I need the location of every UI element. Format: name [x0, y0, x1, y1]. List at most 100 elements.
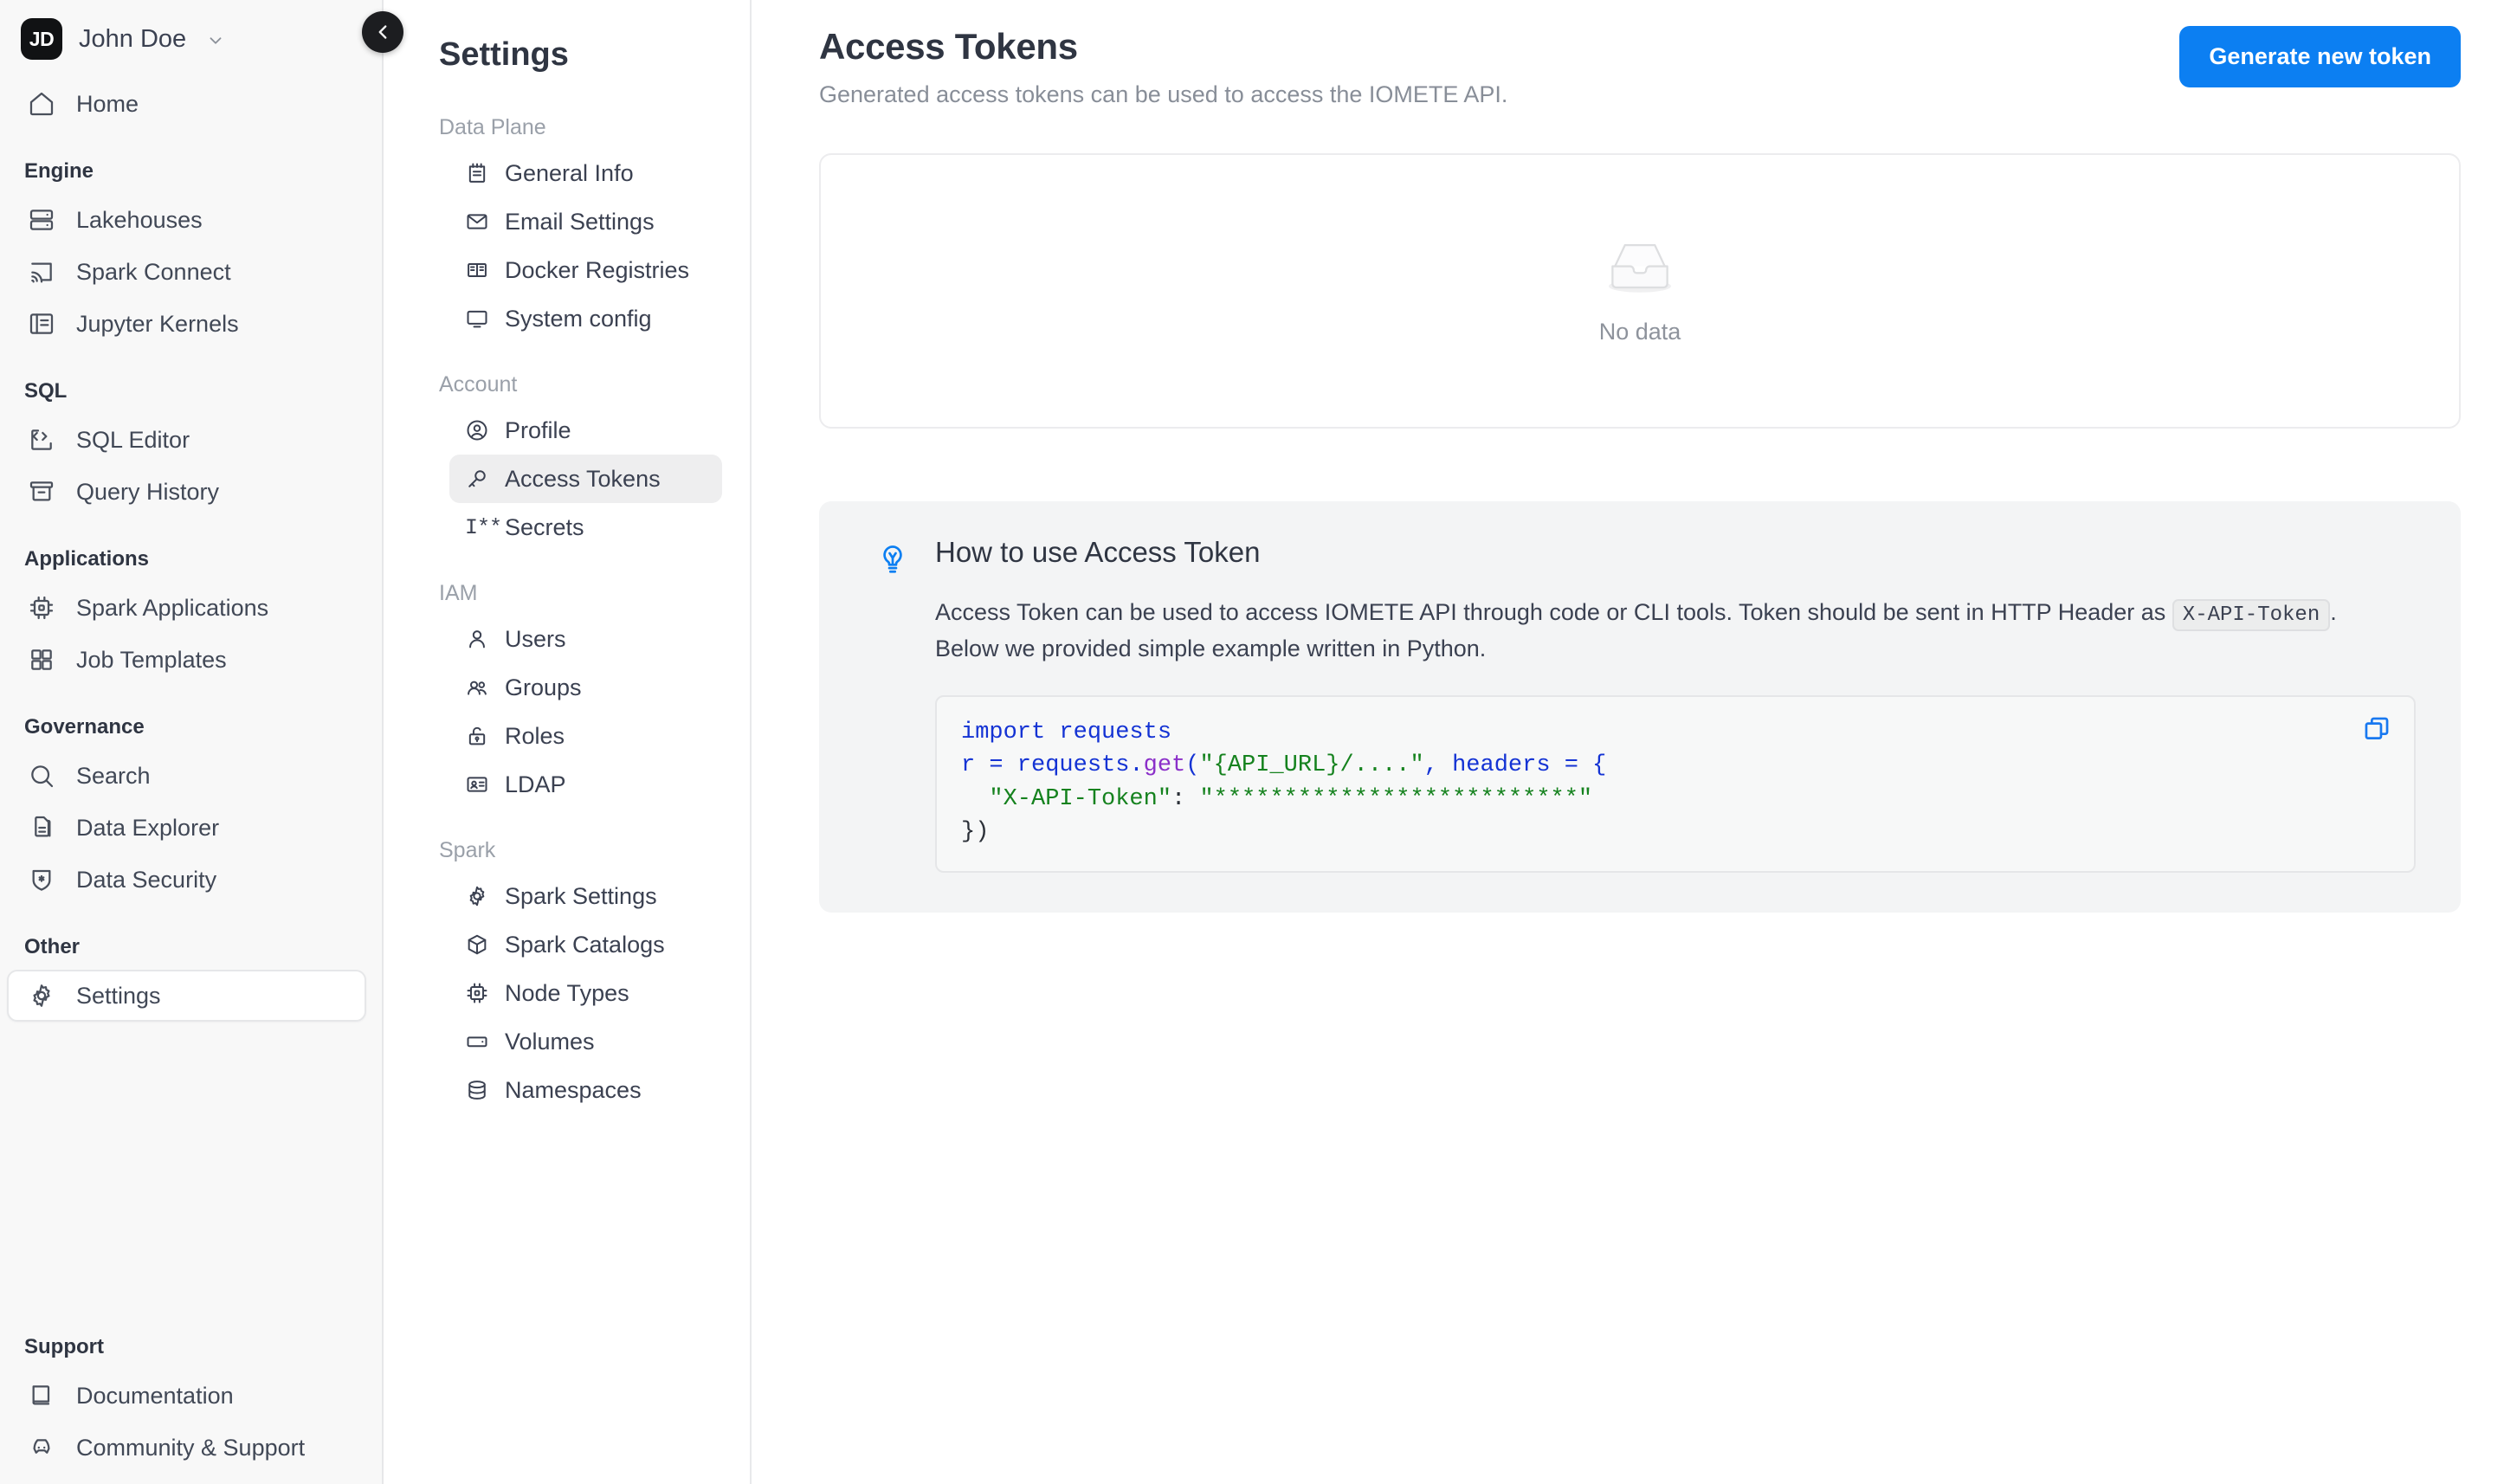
user-menu[interactable]: JD John Doe [0, 0, 382, 62]
primary-sidebar: JD John Doe Home Engine Lakehouses Spark… [0, 0, 403, 1484]
sidebar-item-jupyter-kernels[interactable]: Jupyter Kernels [7, 298, 366, 350]
inline-code-header-name: X-API-Token [2172, 599, 2331, 631]
nav-group-label-engine: Engine [24, 159, 94, 183]
sidebar-item-documentation[interactable]: Documentation [7, 1370, 366, 1422]
subnav-item-label: Email Settings [505, 208, 655, 235]
nav-group-label-other: Other [24, 935, 81, 958]
sidebar-item-spark-connect[interactable]: Spark Connect [7, 246, 366, 298]
id-card-icon [467, 777, 487, 792]
database-icon [468, 1081, 486, 1100]
shield-icon [32, 869, 51, 891]
tokens-empty-state-card: No data [819, 153, 2461, 429]
sidebar-item-data-security[interactable]: Data Security [7, 854, 366, 906]
page-header-text: Access Tokens Generated access tokens ca… [819, 26, 1507, 108]
subnav-title: Settings [439, 36, 569, 73]
sidebar-item-lakehouses[interactable]: Lakehouses [7, 194, 366, 246]
subnav-item-groups[interactable]: Groups [449, 663, 722, 712]
subnav-item-label: Users [505, 625, 566, 652]
page-subtitle: Generated access tokens can be used to a… [819, 81, 1508, 107]
subnav-item-spark-catalogs[interactable]: Spark Catalogs [449, 920, 722, 969]
sidebar-item-query-history[interactable]: Query History [7, 466, 366, 518]
subnav-item-spark-settings[interactable]: Spark Settings [449, 872, 722, 920]
notebook-icon [29, 313, 54, 334]
sidebar-item-label: Community & Support [76, 1434, 306, 1461]
sidebar-item-home[interactable]: Home [7, 78, 366, 130]
subnav-item-label: Spark Catalogs [505, 931, 665, 958]
user-circle-icon [467, 420, 487, 441]
gear-icon [469, 886, 485, 907]
subnav-item-node-types[interactable]: Node Types [449, 969, 722, 1017]
sidebar-item-label: Data Security [76, 866, 217, 893]
subnav-item-label: Groups [505, 674, 582, 700]
cast-icon [31, 262, 52, 283]
sidebar-item-search[interactable]: Search [7, 750, 366, 802]
sidebar-item-data-explorer[interactable]: Data Explorer [7, 802, 366, 854]
subnav-item-secrets[interactable]: I** Secrets [449, 503, 722, 552]
lightbulb-icon [883, 545, 902, 573]
key-icon [468, 470, 486, 487]
page-title: Access Tokens [819, 26, 1078, 67]
lock-open-icon [468, 726, 486, 745]
subnav-item-label: Access Tokens [505, 465, 661, 492]
nav-group-label-governance: Governance [24, 715, 145, 739]
monitor-icon [467, 310, 487, 328]
avatar: JD [21, 18, 62, 60]
generate-new-token-button[interactable]: Generate new token [2179, 26, 2461, 87]
sidebar-item-job-templates[interactable]: Job Templates [7, 634, 366, 686]
subnav-item-label: Profile [505, 416, 571, 443]
subnav-item-docker-registries[interactable]: Docker Registries [449, 246, 722, 294]
user-name: John Doe [79, 24, 187, 53]
subnav-item-label: Node Types [505, 979, 629, 1006]
empty-box-icon [1609, 243, 1671, 293]
support-nav-section: Support Documentation Community & Suppor… [0, 1306, 382, 1484]
subnav-item-general-info[interactable]: General Info [449, 149, 722, 197]
home-icon [29, 92, 54, 116]
code-keyword-import: import [961, 719, 1046, 746]
subnav-group-label-data-plane: Data Plane [439, 115, 546, 139]
sidebar-item-spark-applications[interactable]: Spark Applications [7, 582, 366, 634]
search-icon [31, 765, 54, 788]
sidebar-item-sql-editor[interactable]: SQL Editor [7, 414, 366, 466]
subnav-item-label: General Info [505, 159, 634, 186]
subnav-item-namespaces[interactable]: Namespaces [449, 1066, 722, 1114]
notepad-icon [468, 163, 486, 183]
how-to-use-info-card: How to use Access Token Access Token can… [819, 501, 2461, 913]
subnav-item-system-config[interactable]: System config [449, 294, 722, 343]
code-line3-value: "**************************" [1199, 785, 1593, 812]
user-icon [469, 630, 485, 648]
subnav-item-roles[interactable]: Roles [449, 712, 722, 760]
copy-icon[interactable] [2362, 714, 2391, 744]
sidebar-item-community-support[interactable]: Community & Support [7, 1422, 366, 1474]
volume-icon [467, 1036, 487, 1048]
nav-group-label-support: Support [24, 1335, 104, 1358]
subnav-item-email-settings[interactable]: Email Settings [449, 197, 722, 246]
app-root: JD John Doe Home Engine Lakehouses Spark… [0, 0, 2504, 1484]
page-header: Access Tokens Generated access tokens ca… [819, 26, 2461, 108]
info-card-text: Access Token can be used to access IOMET… [935, 595, 2416, 668]
discord-icon [33, 1439, 50, 1454]
sidebar-item-label: Home [76, 90, 139, 117]
subnav-item-profile[interactable]: Profile [449, 406, 722, 455]
registry-icon [468, 263, 487, 277]
info-card-title: How to use Access Token [935, 536, 1261, 568]
subnav-item-label: Spark Settings [505, 882, 657, 909]
cube-icon [468, 934, 487, 955]
collapse-sidebar-button[interactable] [362, 11, 403, 53]
info-text-line2: Below we provided simple example written… [935, 636, 1487, 662]
subnav-item-volumes[interactable]: Volumes [449, 1017, 722, 1066]
subnav-item-ldap[interactable]: LDAP [449, 760, 722, 809]
code-line2-open-paren: ( [1185, 752, 1200, 779]
subnav-item-users[interactable]: Users [449, 615, 722, 663]
sidebar-item-settings[interactable]: Settings [7, 970, 366, 1022]
code-content: import requests r = requests.get("{API_U… [961, 716, 2390, 848]
subnav-group-label-iam: IAM [439, 581, 478, 605]
subnav-item-access-tokens[interactable]: Access Tokens [449, 455, 722, 503]
sidebar-item-label: Query History [76, 478, 220, 505]
code-module-requests: requests [1045, 719, 1172, 746]
chevron-left-icon [378, 25, 387, 39]
subnav-group-label-account: Account [439, 372, 518, 397]
code-line2-c: , headers = { [1423, 752, 1607, 779]
subnav-item-label: Secrets [505, 513, 584, 540]
users-icon [468, 681, 487, 695]
server-icon [29, 210, 54, 230]
